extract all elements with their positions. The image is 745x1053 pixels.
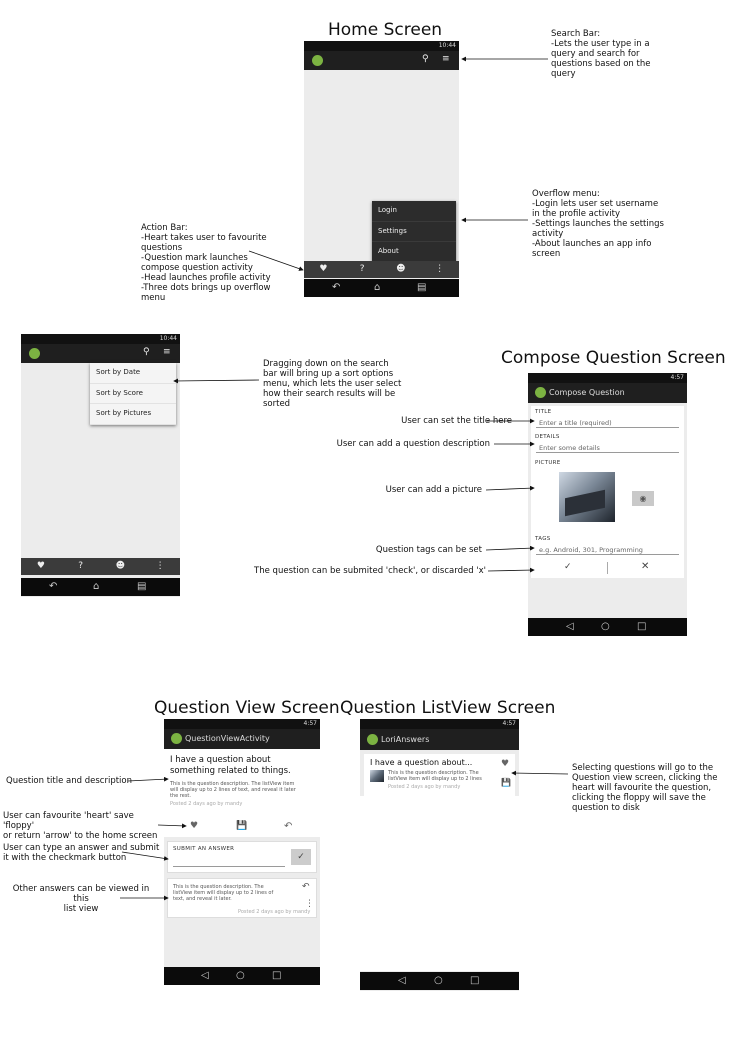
arrow-tags <box>485 545 535 551</box>
arrow-submit <box>487 567 535 573</box>
arrow-answer <box>121 851 169 861</box>
arrow-sort-menu <box>173 378 260 384</box>
arrow-action-bar <box>248 250 304 271</box>
arrow-list-item <box>511 770 569 776</box>
arrow-actions <box>157 823 187 829</box>
arrow-picture <box>485 485 535 491</box>
annotation-arrows <box>120 56 569 901</box>
arrow-title-desc <box>127 776 169 782</box>
